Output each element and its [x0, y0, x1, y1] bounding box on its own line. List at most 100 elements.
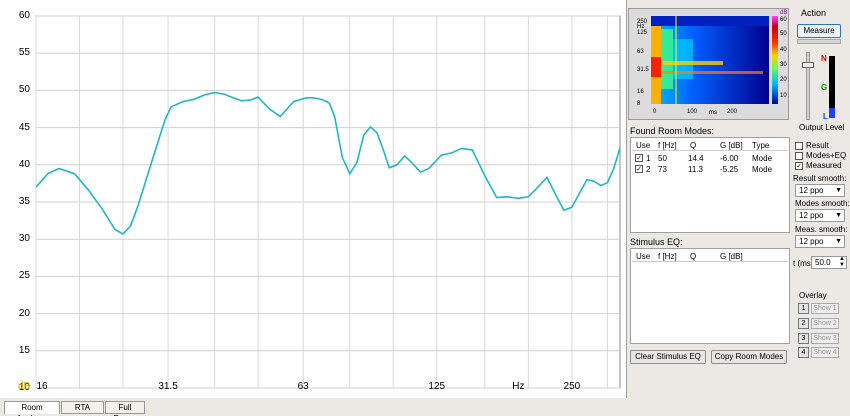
- modes-smooth-label: Modes smooth:: [795, 199, 850, 208]
- overlay-2-button[interactable]: 2: [798, 318, 809, 329]
- mode-1-type: Mode: [752, 154, 773, 163]
- col-q: Q: [690, 141, 697, 150]
- result-checkbox[interactable]: [795, 142, 803, 150]
- mode-1-checkbox[interactable]: ✓: [635, 154, 643, 162]
- frequency-response-chart[interactable]: 60 55 50 45 40 35 30 25 20 15 10 16 31.5 63 125 Hz 250 …: [0, 0, 627, 398]
- room-modes-title: Found Room Modes:: [630, 126, 715, 136]
- meas-smooth-label: Meas. smooth:: [795, 225, 848, 234]
- mode-2-gain: -5.25: [720, 165, 739, 174]
- level-meter-fill: [829, 108, 835, 118]
- modes-eq-label: Modes+EQ: [806, 151, 847, 160]
- t-ms-value: 50.0: [815, 258, 831, 267]
- action-title: Action: [801, 8, 827, 18]
- spectrogram-x-tick: 0: [653, 109, 657, 115]
- meas-smooth-value: 12 ppo: [799, 237, 824, 246]
- spin-arrows-icon[interactable]: ▲ ▼: [839, 256, 845, 268]
- output-level-label: Output Level: [799, 123, 845, 132]
- y-tick-label: 45: [18, 121, 30, 133]
- header-divider: [632, 150, 788, 151]
- modes-smooth-value: 12 ppo: [799, 211, 824, 220]
- chevron-down-icon: ▼: [835, 212, 842, 219]
- overlay-show-1-button[interactable]: Show 1: [811, 303, 839, 314]
- x-tick-label: 63: [297, 381, 309, 392]
- overlay-show-2-button[interactable]: Show 2: [811, 318, 839, 329]
- stimulus-eq-title: Stimulus EQ:: [630, 237, 683, 247]
- tab-rta[interactable]: RTA: [61, 401, 104, 414]
- y-tick-label: 15: [18, 344, 30, 356]
- overlay-show-4-button[interactable]: Show 4: [811, 347, 839, 358]
- y-tick-label: 25: [18, 270, 30, 282]
- spectrogram-x-tick: 100: [687, 109, 698, 115]
- spectrogram-y-tick: 125: [637, 30, 648, 36]
- mode-2-checkbox[interactable]: ✓: [635, 165, 643, 173]
- spectrogram-scale-label: 50: [780, 31, 787, 37]
- y-tick-label: 50: [18, 84, 30, 96]
- output-level-slider-thumb[interactable]: [802, 62, 814, 68]
- y-unit-label: dB: [18, 381, 31, 392]
- mode-2-freq: 73: [658, 165, 667, 174]
- overlay-show-3-button[interactable]: Show 3: [811, 333, 839, 344]
- y-tick-label: 40: [18, 158, 30, 170]
- overlay-1-button[interactable]: 1: [798, 303, 809, 314]
- bottom-tab-bar: Room Analyzer RTA Full Range: [0, 400, 850, 416]
- spectrogram-scale-label: 20: [780, 77, 787, 83]
- y-tick-label: 55: [18, 47, 30, 59]
- meter-letter-l: L: [823, 112, 828, 121]
- measure-button[interactable]: Measure: [797, 24, 841, 38]
- col-type: Type: [752, 141, 770, 150]
- t-ms-spinbox[interactable]: 50.0 ▲ ▼: [811, 256, 847, 269]
- spectrogram-y-tick: 16: [637, 89, 644, 95]
- mode-2-index: 2: [646, 165, 651, 174]
- col-use: Use: [636, 141, 651, 150]
- mode-1-q: 14.4: [688, 154, 704, 163]
- tab-full-range[interactable]: Full Range: [105, 401, 145, 416]
- col-gain: G [dB]: [720, 252, 743, 261]
- y-tick-label: 60: [18, 10, 30, 21]
- chevron-down-icon: ▼: [835, 187, 842, 194]
- spectrogram-scale-label: 10: [780, 93, 787, 99]
- result-smooth-select[interactable]: 12 ppo ▼: [795, 184, 845, 197]
- mode-2-type: Mode: [752, 165, 773, 174]
- meas-smooth-select[interactable]: 12 ppo ▼: [795, 235, 845, 248]
- measured-label: Measured: [806, 161, 842, 170]
- tab-room-analyzer[interactable]: Room Analyzer: [4, 401, 60, 416]
- x-tick-label: 125: [428, 381, 446, 392]
- chevron-down-icon: ▼: [835, 238, 842, 245]
- x-tick-label: 31.5: [158, 381, 178, 392]
- x-unit-label: Hz: [512, 381, 525, 392]
- x-tick-label: 250: [563, 381, 581, 392]
- modes-eq-checkbox[interactable]: [795, 152, 803, 160]
- measure-progress-bar: [797, 39, 841, 44]
- result-smooth-value: 12 ppo: [799, 186, 824, 195]
- meter-letter-g: G: [821, 83, 828, 92]
- mode-1-freq: 50: [658, 154, 667, 163]
- spectrogram-y-unit: Hz: [637, 24, 645, 30]
- col-freq: f [Hz]: [658, 252, 677, 261]
- copy-room-modes-button[interactable]: Copy Room Modes: [711, 350, 787, 364]
- spectrogram-scale-label: 60: [780, 17, 787, 23]
- y-tick-label: 20: [18, 307, 30, 319]
- spectrogram-y-tick: 8: [637, 101, 641, 107]
- overlay-title: Overlay: [799, 291, 827, 300]
- col-q: Q: [690, 252, 697, 261]
- y-tick-label: 35: [18, 196, 30, 207]
- col-use: Use: [636, 252, 651, 261]
- spectrogram-y-tick: 31.5: [637, 67, 649, 73]
- overlay-3-button[interactable]: 3: [798, 333, 809, 344]
- spectrogram-y-tick: 63: [637, 49, 644, 55]
- clear-stimulus-eq-button[interactable]: Clear Stimulus EQ: [630, 350, 706, 364]
- mode-1-index: 1: [646, 154, 651, 163]
- modes-smooth-select[interactable]: 12 ppo ▼: [795, 209, 845, 222]
- mode-1-gain: -6.00: [720, 154, 739, 163]
- result-smooth-label: Result smooth:: [793, 174, 847, 183]
- measured-checkbox[interactable]: ✓: [795, 162, 803, 170]
- room-modes-table[interactable]: Use f [Hz] Q G [dB] Type ✓ 1 50 14.4 -6.…: [630, 137, 790, 233]
- stimulus-eq-table[interactable]: Use f [Hz] Q G [dB]: [630, 248, 790, 344]
- overlay-4-button[interactable]: 4: [798, 347, 809, 358]
- meter-letter-n: N: [821, 54, 827, 63]
- header-divider: [632, 261, 788, 262]
- chart-svg: [35, 15, 621, 389]
- y-tick-label: 30: [18, 233, 30, 245]
- spectrogram-x-unit: ms: [709, 110, 717, 116]
- spectrogram-panel[interactable]: 250 125 63 31.5 16 8 Hz 0 100 200 ms dB 60 50 40 30 20 10: [628, 8, 789, 120]
